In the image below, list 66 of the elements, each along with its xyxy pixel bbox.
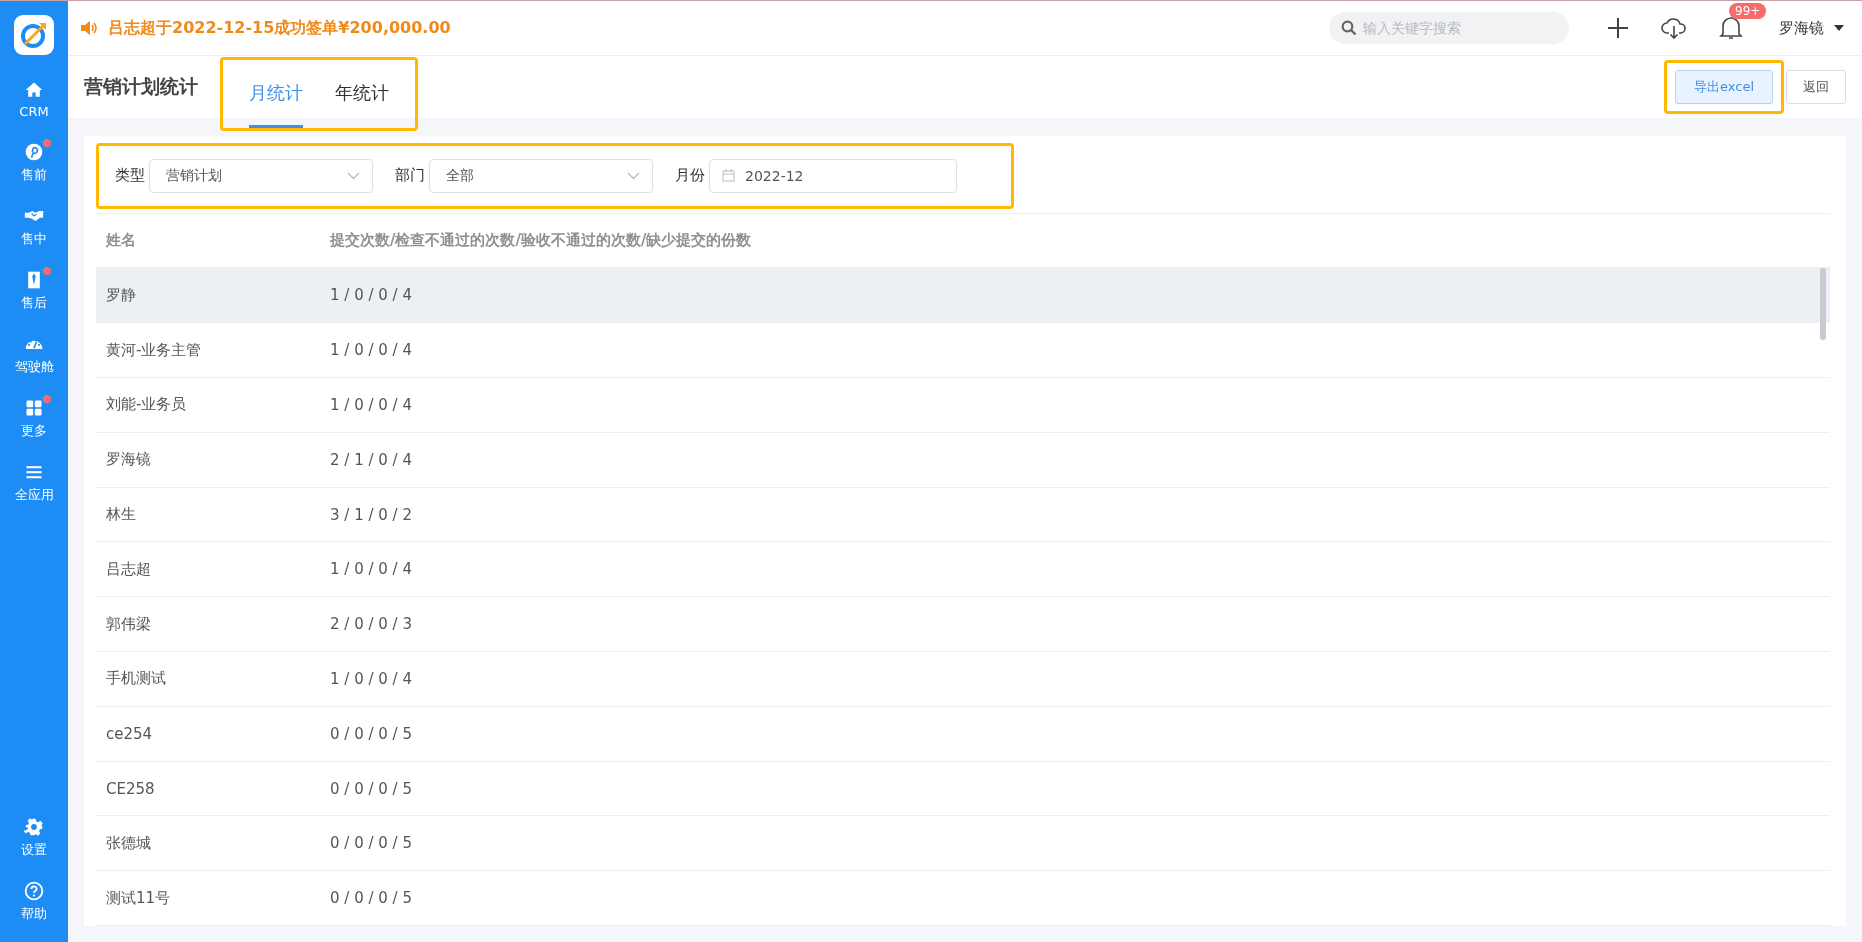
table-cell-text: 张德城 (105, 833, 152, 853)
table-cell: 0 / 0 / 0 / 5 (330, 779, 412, 798)
table-cell: 1 / 0 / 0 / 4 (330, 560, 412, 579)
select-field[interactable]: 营销计划 (149, 158, 373, 193)
filter-label: 类型 (115, 166, 145, 186)
table-row[interactable]: 测试11号 0 / 0 / 0 / 5 (96, 871, 1830, 926)
cloud-download-icon[interactable] (1661, 16, 1687, 40)
table-row[interactable]: 郭伟梁 2 / 0 / 0 / 3 (96, 597, 1830, 652)
table-row[interactable]: 张德城 0 / 0 / 0 / 5 (96, 816, 1830, 872)
table-cell: 0 / 0 / 0 / 5 (330, 889, 412, 908)
bell-icon[interactable] (1719, 15, 1743, 41)
table-cell: 1 / 0 / 0 / 4 (330, 395, 412, 414)
column-header: 提交次数/检查不通过的次数/验收不通过的次数/缺少提交的份数 (330, 231, 752, 251)
speaker-icon (80, 20, 98, 36)
table-cell-text: 林生 (105, 505, 137, 524)
table-row[interactable]: 手机测试 1 / 0 / 0 / 4 (96, 652, 1830, 707)
notification-badge: 99+ (1729, 3, 1767, 19)
table-cell: 0 / 0 / 0 / 5 (330, 724, 412, 743)
table-cell: 0 / 0 / 0 / 5 (330, 834, 412, 853)
table-cell-text: 手机测试 (105, 669, 167, 689)
scrollbar-thumb[interactable] (1820, 267, 1826, 340)
user-menu[interactable]: 罗海镜 (1779, 18, 1844, 38)
table-row[interactable]: 吕志超 1 / 0 / 0 / 4 (96, 542, 1830, 598)
table-row[interactable]: 罗静 1 / 0 / 0 / 4 (96, 268, 1830, 324)
table-cell-text: CE258 (105, 779, 156, 798)
table-row[interactable]: 刘能-业务员 1 / 0 / 0 / 4 (96, 378, 1830, 433)
search-field[interactable]: 输入关键字搜索 (1329, 12, 1569, 44)
table-row[interactable]: 林生 3 / 1 / 0 / 2 (96, 487, 1830, 543)
pin-icon (24, 142, 44, 162)
table-cell-text: 罗静 (105, 285, 137, 305)
table-cell: 1 / 0 / 0 / 4 (330, 341, 412, 360)
chevron-down-icon (347, 171, 360, 180)
date-field[interactable]: 2022-12 (709, 158, 957, 193)
chevron-down-icon (627, 171, 640, 180)
table-cell-text: 郭伟梁 (105, 614, 152, 634)
table-row[interactable]: 罗海镜 2 / 1 / 0 / 4 (96, 432, 1830, 488)
table-cell-text: ce254 (105, 724, 154, 743)
select-field[interactable]: 全部 (429, 158, 653, 193)
calendar-icon (722, 169, 735, 183)
table-cell: 3 / 1 / 0 / 2 (330, 505, 412, 524)
table-cell-text: 黄河-业务主管 (105, 340, 203, 360)
table-cell: 1 / 0 / 0 / 4 (330, 669, 412, 688)
table-cell-text: 吕志超 (105, 559, 152, 579)
announcement-text: 吕志超于2022-12-15成功签单¥200,000.00 (108, 17, 451, 39)
table-cell: 2 / 0 / 0 / 3 (330, 615, 412, 634)
page-title: 营销计划统计 (84, 74, 198, 99)
filter-label: 部门 (395, 166, 425, 186)
filter-label: 月份 (675, 166, 705, 186)
table-cell-text: 刘能-业务员 (105, 395, 188, 415)
table-cell-text: 测试11号 (105, 888, 172, 908)
caret-icon (1834, 25, 1844, 31)
tab[interactable]: 年统计 (335, 60, 389, 128)
help-icon (24, 881, 44, 901)
table-row[interactable]: ce254 0 / 0 / 0 / 5 (96, 706, 1830, 762)
search-icon (1341, 20, 1357, 36)
grid-icon (24, 398, 44, 418)
settings-icon (24, 817, 44, 837)
add-icon[interactable] (1607, 17, 1629, 39)
table-cell: 2 / 1 / 0 / 4 (330, 450, 412, 469)
table-cell-text: 罗海镜 (105, 450, 152, 470)
table-row[interactable]: 黄河-业务主管 1 / 0 / 0 / 4 (96, 323, 1830, 379)
table-cell: 1 / 0 / 0 / 4 (330, 286, 412, 305)
back-button[interactable]: 返回 (1786, 70, 1846, 104)
table-row[interactable]: CE258 0 / 0 / 0 / 5 (96, 761, 1830, 817)
app-logo[interactable] (14, 15, 54, 55)
column-header: 姓名 (105, 231, 137, 251)
